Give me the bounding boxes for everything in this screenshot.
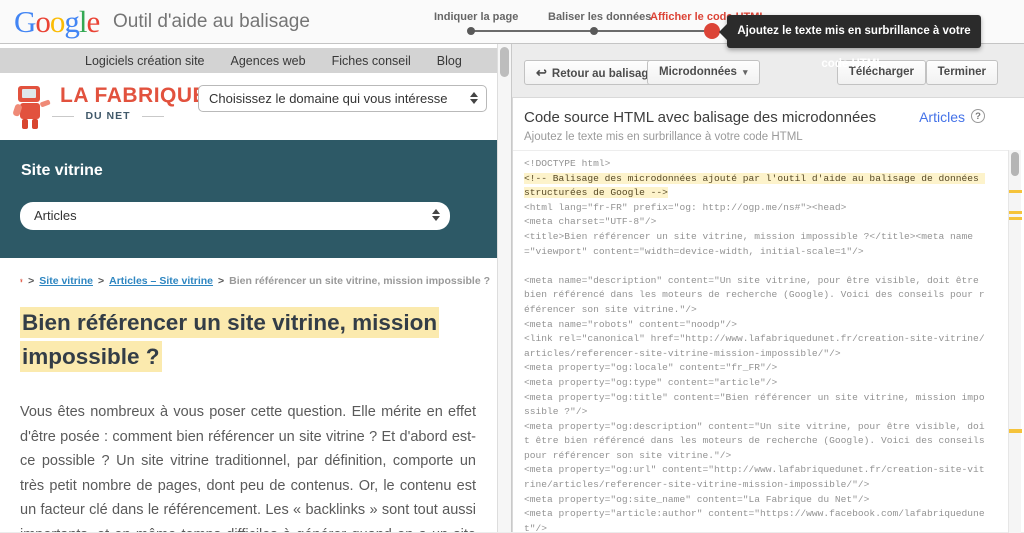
highlight-marker — [1009, 429, 1022, 433]
nav-item-blog[interactable]: Blog — [437, 54, 462, 68]
articles-select-value: Articles — [34, 208, 77, 223]
breadcrumb-home-icon[interactable] — [20, 272, 23, 289]
code-toolbar: ↩Retour au balisage Microdonnées▾ Téléch… — [524, 60, 1014, 86]
breadcrumb-current: Bien référencer un site vitrine, mission… — [229, 275, 490, 287]
app-title: Outil d'aide au balisage — [113, 11, 310, 33]
logo-rule-right — [142, 116, 164, 117]
nav-item-fiches[interactable]: Fiches conseil — [332, 54, 411, 68]
select-arrows-icon — [470, 92, 478, 104]
code-card-title: Code source HTML avec balisage des micro… — [524, 109, 876, 126]
breadcrumb-link-articles[interactable]: Articles – Site vitrine — [109, 275, 213, 287]
finish-button[interactable]: Terminer — [926, 60, 998, 85]
select-arrows-icon — [432, 209, 440, 221]
highlight-marker — [1009, 190, 1022, 193]
robot-mascot-icon — [12, 84, 52, 130]
back-to-tagging-button[interactable]: ↩Retour au balisage — [524, 60, 667, 85]
step-dot-show-html[interactable] — [704, 23, 720, 39]
site-nav-bar: Logiciels création site Agences web Fich… — [0, 48, 497, 73]
article-title-highlight: Bien référencer un site vitrine, mission… — [20, 307, 439, 372]
left-scrollbar-thumb[interactable] — [500, 47, 509, 77]
step-label-indicate: Indiquer la page — [434, 11, 518, 23]
back-arrow-icon: ↩ — [536, 65, 547, 80]
step-dot-tag[interactable] — [590, 27, 598, 35]
highlight-marker — [1009, 211, 1022, 214]
step-label-tag: Baliser les données — [548, 11, 651, 23]
nav-item-logiciels[interactable]: Logiciels création site — [85, 54, 205, 68]
breadcrumb: > Site vitrine > Articles – Site vitrine… — [20, 272, 490, 289]
highlight-marker — [1009, 217, 1022, 220]
articles-type-link[interactable]: Articles — [919, 109, 965, 125]
hero-section: Site vitrine Articles — [0, 140, 497, 258]
code-card-subtitle: Ajoutez le texte mis en surbrillance à v… — [524, 131, 803, 143]
google-logo: Google — [14, 4, 99, 40]
html-source-code: <!DOCTYPE html> <!-- Balisage des microd… — [524, 157, 986, 533]
html-code-panel: ↩Retour au balisage Microdonnées▾ Téléch… — [511, 44, 1024, 532]
left-panel-scrollbar[interactable] — [497, 44, 511, 532]
breadcrumb-link-site-vitrine[interactable]: Site vitrine — [39, 275, 93, 287]
breadcrumb-separator: > — [28, 275, 34, 287]
site-logo[interactable]: LA FABRIQUE DU NET — [12, 80, 192, 142]
help-icon[interactable]: ? — [971, 109, 985, 123]
domain-select[interactable]: Choisissez le domaine qui vous intéresse — [198, 85, 487, 112]
code-scrollbar[interactable] — [1008, 150, 1021, 533]
format-dropdown-button[interactable]: Microdonnées▾ — [647, 60, 760, 85]
chevron-down-icon: ▾ — [743, 67, 748, 77]
code-source-card: Code source HTML avec balisage des micro… — [512, 97, 1024, 532]
breadcrumb-separator: > — [98, 275, 104, 287]
page-preview-panel: Logiciels création site Agences web Fich… — [0, 44, 497, 532]
code-scrollbar-thumb[interactable] — [1011, 152, 1019, 176]
domain-select-value: Choisissez le domaine qui vous intéresse — [209, 91, 447, 106]
breadcrumb-separator: > — [218, 275, 224, 287]
tooltip-arrow — [719, 24, 727, 40]
code-viewport[interactable]: <!DOCTYPE html> <!-- Balisage des microd… — [513, 150, 1008, 533]
articles-select[interactable]: Articles — [20, 202, 450, 230]
nav-item-agences[interactable]: Agences web — [231, 54, 306, 68]
article-body: Vous êtes nombreux à vous poser cette qu… — [20, 400, 476, 532]
article-title: Bien référencer un site vitrine, mission… — [20, 306, 480, 374]
highlight-tooltip: Ajoutez le texte mis en surbrillance à v… — [727, 15, 981, 48]
logo-text-line1: LA FABRIQUE — [60, 84, 207, 108]
hero-title: Site vitrine — [21, 162, 103, 180]
step-dot-indicate[interactable] — [467, 27, 475, 35]
